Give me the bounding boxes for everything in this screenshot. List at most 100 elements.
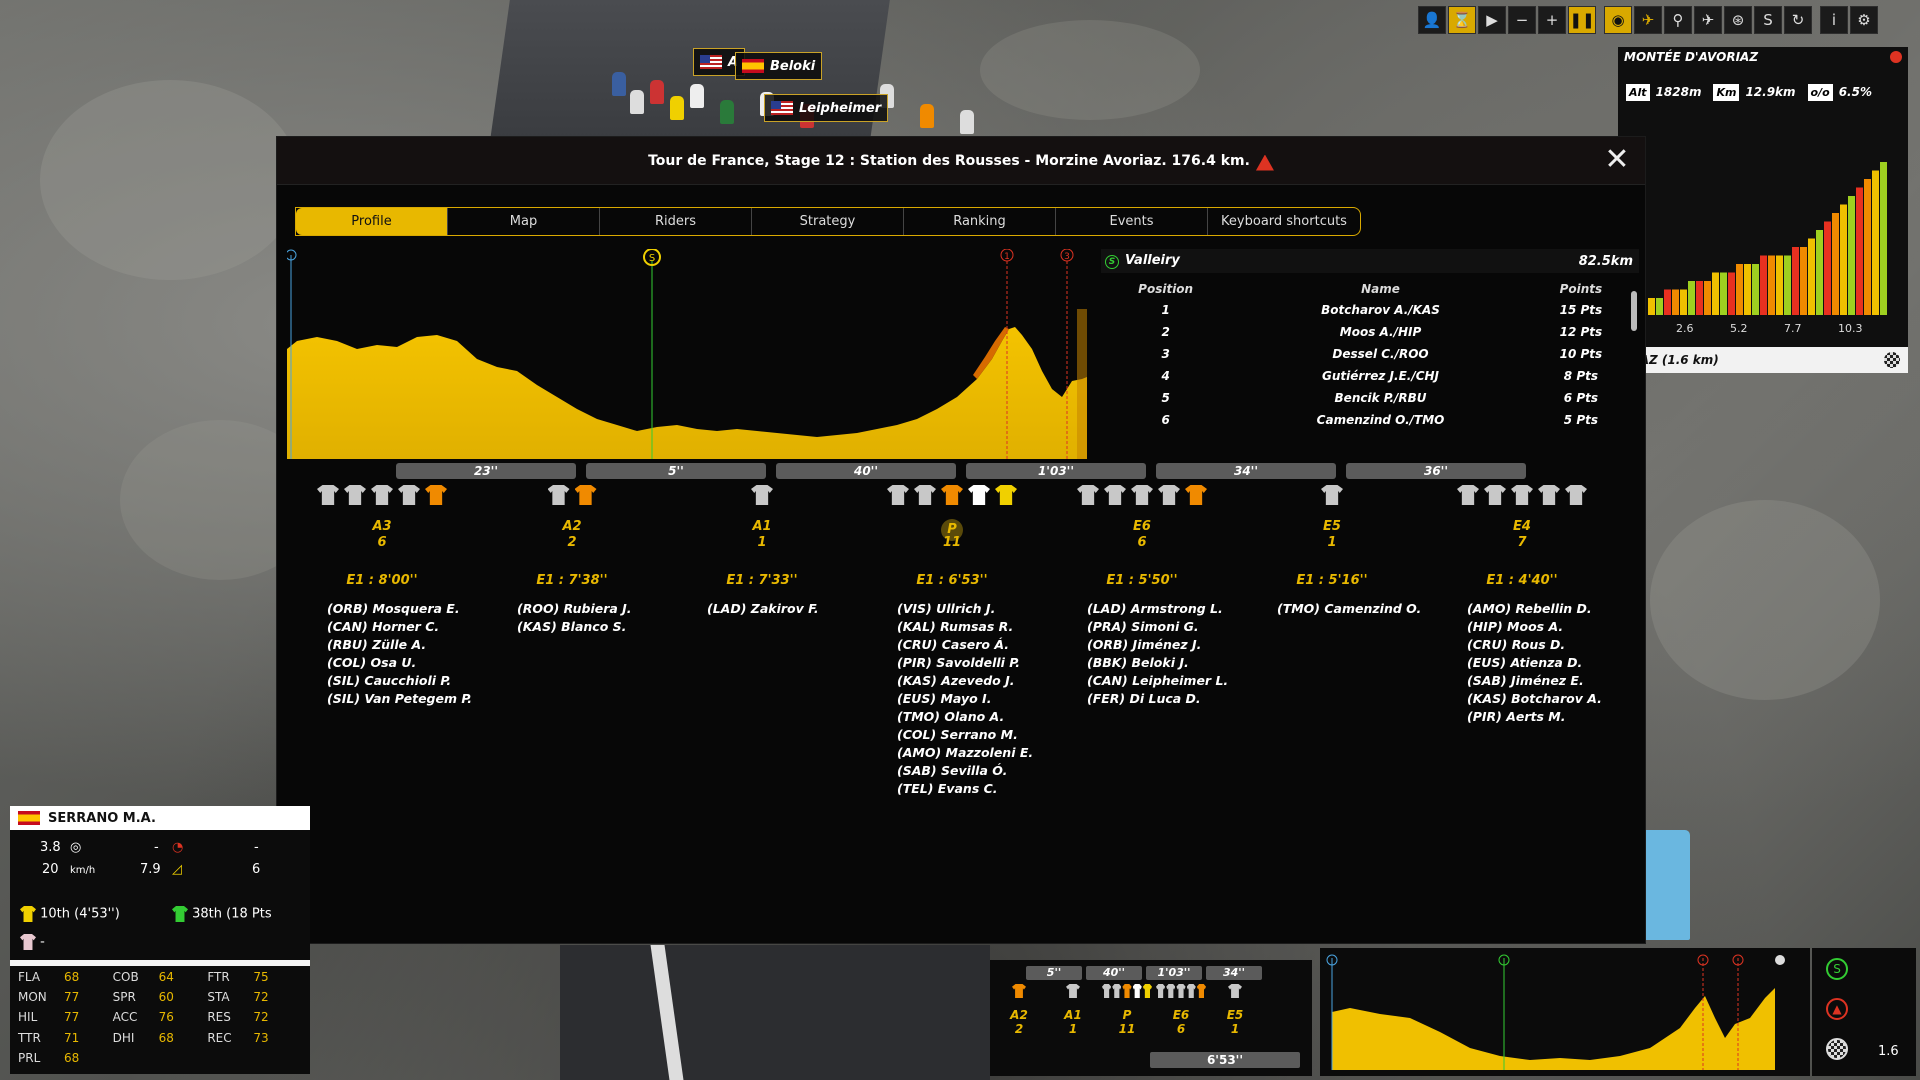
- gear-icon[interactable]: ⚙: [1850, 6, 1878, 34]
- group-rider[interactable]: (CAN) Leipheimer L.: [1087, 672, 1237, 690]
- group-riders: (VIS) Ullrich J. (KAL) Rumsas R. (CRU) Cas…: [857, 600, 1047, 798]
- group-rider[interactable]: (FER) Di Luca D.: [1087, 690, 1237, 708]
- group-rider[interactable]: (CRU) Rous D.: [1467, 636, 1617, 654]
- group-rider[interactable]: (LAD) Armstrong L.: [1087, 600, 1237, 618]
- climb-bar: [1800, 247, 1807, 315]
- group-rider[interactable]: (LAD) Zakirov F.: [707, 600, 857, 618]
- group-rider[interactable]: (COL) Serrano M.: [897, 726, 1047, 744]
- group-rider[interactable]: (KAS) Azevedo J.: [897, 672, 1047, 690]
- jersey-icon: [1186, 984, 1196, 998]
- tab-events[interactable]: Events: [1056, 208, 1208, 235]
- climb-bar: [1728, 272, 1735, 315]
- play-icon[interactable]: ▶: [1478, 6, 1506, 34]
- group-rider[interactable]: (BBK) Beloki J.: [1087, 654, 1237, 672]
- rider-group[interactable]: E4 7 E1 : 4'40'' (AMO) Rebellin D. (HIP) Moo…: [1427, 485, 1617, 726]
- table-row: 4 Gutiérrez J.E./CHJ 8 Pts: [1161, 369, 1598, 383]
- tab-keyboard-shortcuts[interactable]: Keyboard shortcuts: [1208, 208, 1360, 235]
- refresh-icon[interactable]: ↻: [1784, 6, 1812, 34]
- mini-groups-panel[interactable]: 5'' 40'' 1'03'' 34'' A2 2 A1 1 P 11 E6 6 E5 1 6'5…: [990, 960, 1312, 1076]
- mini-profile-chart[interactable]: [1320, 948, 1810, 1076]
- group-rider[interactable]: (PRA) Simoni G.: [1087, 618, 1237, 636]
- rider-group[interactable]: A3 6 E1 : 8'00'' (ORB) Mosquera E. (CAN) Hor…: [287, 485, 477, 708]
- climb-bar: [1848, 196, 1855, 315]
- rider-attribute: STA 72: [207, 990, 269, 1005]
- rider-attribute: RES 72: [207, 1010, 269, 1025]
- group-rider[interactable]: (KAS) Blanco S.: [517, 618, 667, 636]
- wheel-icon[interactable]: ⊛: [1724, 6, 1752, 34]
- hourglass-icon[interactable]: ⌛: [1448, 6, 1476, 34]
- mini-group[interactable]: E5 1: [1210, 984, 1260, 1036]
- group-rider[interactable]: (EUS) Atienza D.: [1467, 654, 1617, 672]
- rider-tag-leipheimer[interactable]: Leipheimer: [764, 94, 889, 122]
- stage-profile-chart[interactable]: S 1 3: [287, 249, 1087, 459]
- group-rider[interactable]: (KAS) Botcharov A.: [1467, 690, 1617, 708]
- group-rider[interactable]: (TEL) Evans C.: [897, 780, 1047, 798]
- tab-profile[interactable]: Profile: [296, 208, 448, 235]
- info-icon[interactable]: i: [1820, 6, 1848, 34]
- rider-attribute: DHI 68: [112, 1030, 174, 1045]
- group-rider[interactable]: (KAL) Rumsas R.: [897, 618, 1047, 636]
- close-icon[interactable]: ✕: [1603, 145, 1631, 175]
- motorbike-icon[interactable]: ⚲: [1664, 6, 1692, 34]
- mini-group[interactable]: P 11: [1102, 984, 1153, 1036]
- group-rider[interactable]: (VIS) Ullrich J.: [897, 600, 1047, 618]
- plus-icon[interactable]: +: [1538, 6, 1566, 34]
- group-rider[interactable]: (CRU) Casero Á.: [897, 636, 1047, 654]
- climb-tick-label: 7.7: [1784, 322, 1802, 335]
- mini-group[interactable]: A2 2: [994, 984, 1044, 1036]
- group-rider[interactable]: (COL) Osa U.: [327, 654, 477, 672]
- rider-group[interactable]: A1 1 E1 : 7'33'' (LAD) Zakirov F.: [667, 485, 857, 618]
- group-rider[interactable]: (SIL) Caucchioli P.: [327, 672, 477, 690]
- s-icon[interactable]: S: [1754, 6, 1782, 34]
- tab-map[interactable]: Map: [448, 208, 600, 235]
- svg-text:S: S: [649, 253, 655, 264]
- group-rider[interactable]: (PIR) Aerts M.: [1467, 708, 1617, 726]
- rider-value: -: [254, 840, 259, 855]
- svg-text:3: 3: [1064, 252, 1070, 262]
- rider-group[interactable]: E6 6 E1 : 5'50'' (LAD) Armstrong L. (PRA) Si…: [1047, 485, 1237, 708]
- group-rider[interactable]: (TMO) Camenzind O.: [1277, 600, 1427, 618]
- mini-group[interactable]: A1 1: [1048, 984, 1098, 1036]
- group-rider[interactable]: (AMO) Mazzoleni E.: [897, 744, 1047, 762]
- group-rider[interactable]: (HIP) Moos A.: [1467, 618, 1617, 636]
- group-rider[interactable]: (TMO) Olano A.: [897, 708, 1047, 726]
- group-code: A1: [752, 519, 772, 534]
- top-toolbar: 👤 ⌛ ▶ − + ❚❚ ◉ ✈ ⚲ ✈ ⊛ S ↻ i ⚙: [1418, 6, 1878, 34]
- rider-icon[interactable]: 👤: [1418, 6, 1446, 34]
- group-rider[interactable]: (SAB) Sevilla Ó.: [897, 762, 1047, 780]
- sprint-scrollbar[interactable]: [1631, 281, 1637, 431]
- group-rider[interactable]: (AMO) Rebellin D.: [1467, 600, 1617, 618]
- rider-group[interactable]: E5 1 E1 : 5'16'' (TMO) Camenzind O.: [1237, 485, 1427, 618]
- plane-icon[interactable]: ✈: [1694, 6, 1722, 34]
- rider-tag-beloki[interactable]: Beloki: [735, 52, 823, 80]
- rider-group[interactable]: A2 2 E1 : 7'38'' (ROO) Rubiera J. (KAS) Blan…: [477, 485, 667, 636]
- finish-flag-icon[interactable]: [1826, 1038, 1848, 1060]
- group-rider[interactable]: (PIR) Savoldelli P.: [897, 654, 1047, 672]
- minus-icon[interactable]: −: [1508, 6, 1536, 34]
- climb-km: 12.9km: [1745, 85, 1796, 99]
- rider-group[interactable]: P 11 E1 : 6'53'' (VIS) Ullrich J. (KAL) Rums…: [857, 485, 1047, 798]
- group-rider[interactable]: (CAN) Horner C.: [327, 618, 477, 636]
- group-rider[interactable]: (RBU) Zülle A.: [327, 636, 477, 654]
- group-rider[interactable]: (EUS) Mayo I.: [897, 690, 1047, 708]
- climb-icon[interactable]: ▲: [1826, 998, 1848, 1020]
- mini-group[interactable]: E6 6: [1156, 984, 1207, 1036]
- eye-icon[interactable]: ◉: [1604, 6, 1632, 34]
- sprint-icon[interactable]: S: [1826, 958, 1848, 980]
- helicopter-icon[interactable]: ✈: [1634, 6, 1662, 34]
- group-rider[interactable]: (ROO) Rubiera J.: [517, 600, 667, 618]
- tab-ranking[interactable]: Ranking: [904, 208, 1056, 235]
- spain-flag-icon: [18, 811, 40, 825]
- pause-icon[interactable]: ❚❚: [1568, 6, 1596, 34]
- group-rider[interactable]: (SIL) Van Petegem P.: [327, 690, 477, 708]
- tab-riders[interactable]: Riders: [600, 208, 752, 235]
- climb-title: MONTÉE D'AVORIAZ: [1624, 50, 1759, 64]
- col-position: Position: [1138, 282, 1194, 296]
- group-rider[interactable]: (SAB) Jiménez E.: [1467, 672, 1617, 690]
- tab-strategy[interactable]: Strategy: [752, 208, 904, 235]
- group-rider[interactable]: (ORB) Jiménez J.: [1087, 636, 1237, 654]
- group-rider[interactable]: (ORB) Mosquera E.: [327, 600, 477, 618]
- rider-card[interactable]: SERRANO M.A. 3.8 ◎ 20 km/h - 7.9 ◔ ◿ - 6…: [10, 806, 310, 1074]
- points-rank: 38th (18 Pts: [192, 906, 272, 922]
- group-code: E5: [1226, 1008, 1244, 1022]
